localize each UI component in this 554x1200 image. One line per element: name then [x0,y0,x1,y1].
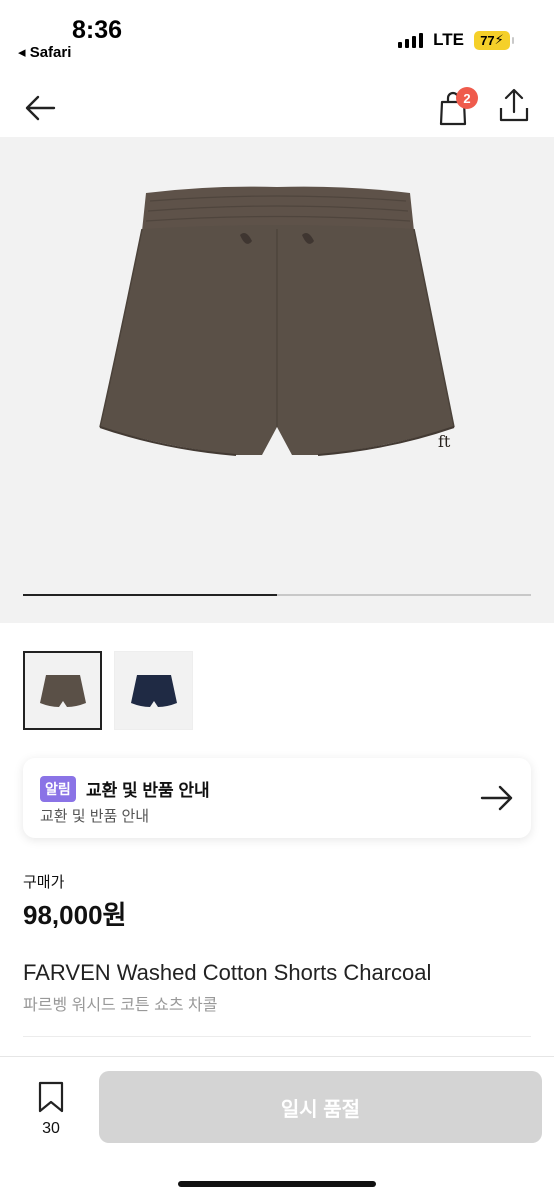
arrow-right-icon[interactable] [479,782,515,814]
gallery-progress-fill [23,594,277,596]
price-value: 98,000원 [23,900,127,930]
product-image-gallery[interactable]: ft [0,137,554,623]
cart-count-badge: 2 [456,87,478,109]
status-bar: 8:36 ◂ Safari LTE 77 ⚡ [0,0,554,68]
signal-icon [398,32,424,48]
svg-text:ft: ft [438,432,451,451]
product-title-ko: 파르벵 워시드 코튼 쇼츠 차콜 [23,997,218,1014]
wishlist-button[interactable]: 30 [30,1081,72,1138]
divider [23,1036,531,1037]
price-label: 구매가 [23,874,65,891]
arrow-left-icon[interactable] [22,88,62,128]
battery-icon: 77 ⚡ [474,30,514,50]
charcoal-shorts-thumb[interactable] [23,651,102,730]
home-indicator [178,1181,376,1187]
navy-shorts-thumb[interactable] [114,651,193,730]
battery-level: 77 [480,32,495,48]
bottom-action-bar: 30 일시 품절 [0,1056,554,1200]
charcoal-shorts-thumb-image [39,674,86,707]
network-label: LTE [433,30,464,49]
sold-out-button[interactable]: 일시 품절 [99,1071,542,1143]
notice-tag: 알림 [40,776,76,802]
share-icon[interactable] [494,86,534,126]
navy-shorts-thumb-image [130,674,177,707]
notice-title: 교환 및 반품 안내 [86,781,210,800]
status-indicators: LTE 77 ⚡ [398,30,514,50]
status-time: 8:36 [72,16,123,44]
thumbnail-strip [23,651,193,730]
notice-subtitle: 교환 및 반품 안내 [40,808,150,825]
exchange-return-notice[interactable]: 알림 교환 및 반품 안내 교환 및 반품 안내 [23,758,531,838]
back-to-safari-link[interactable]: ◂ Safari [18,43,71,61]
gallery-progress [23,594,531,596]
nav-bar: 2 [0,80,554,136]
shorts-image: ft [99,186,455,456]
wishlist-count: 30 [42,1120,60,1137]
bookmark-icon [38,1081,64,1113]
product-title-en: FARVEN Washed Cotton Shorts Charcoal [23,960,432,985]
